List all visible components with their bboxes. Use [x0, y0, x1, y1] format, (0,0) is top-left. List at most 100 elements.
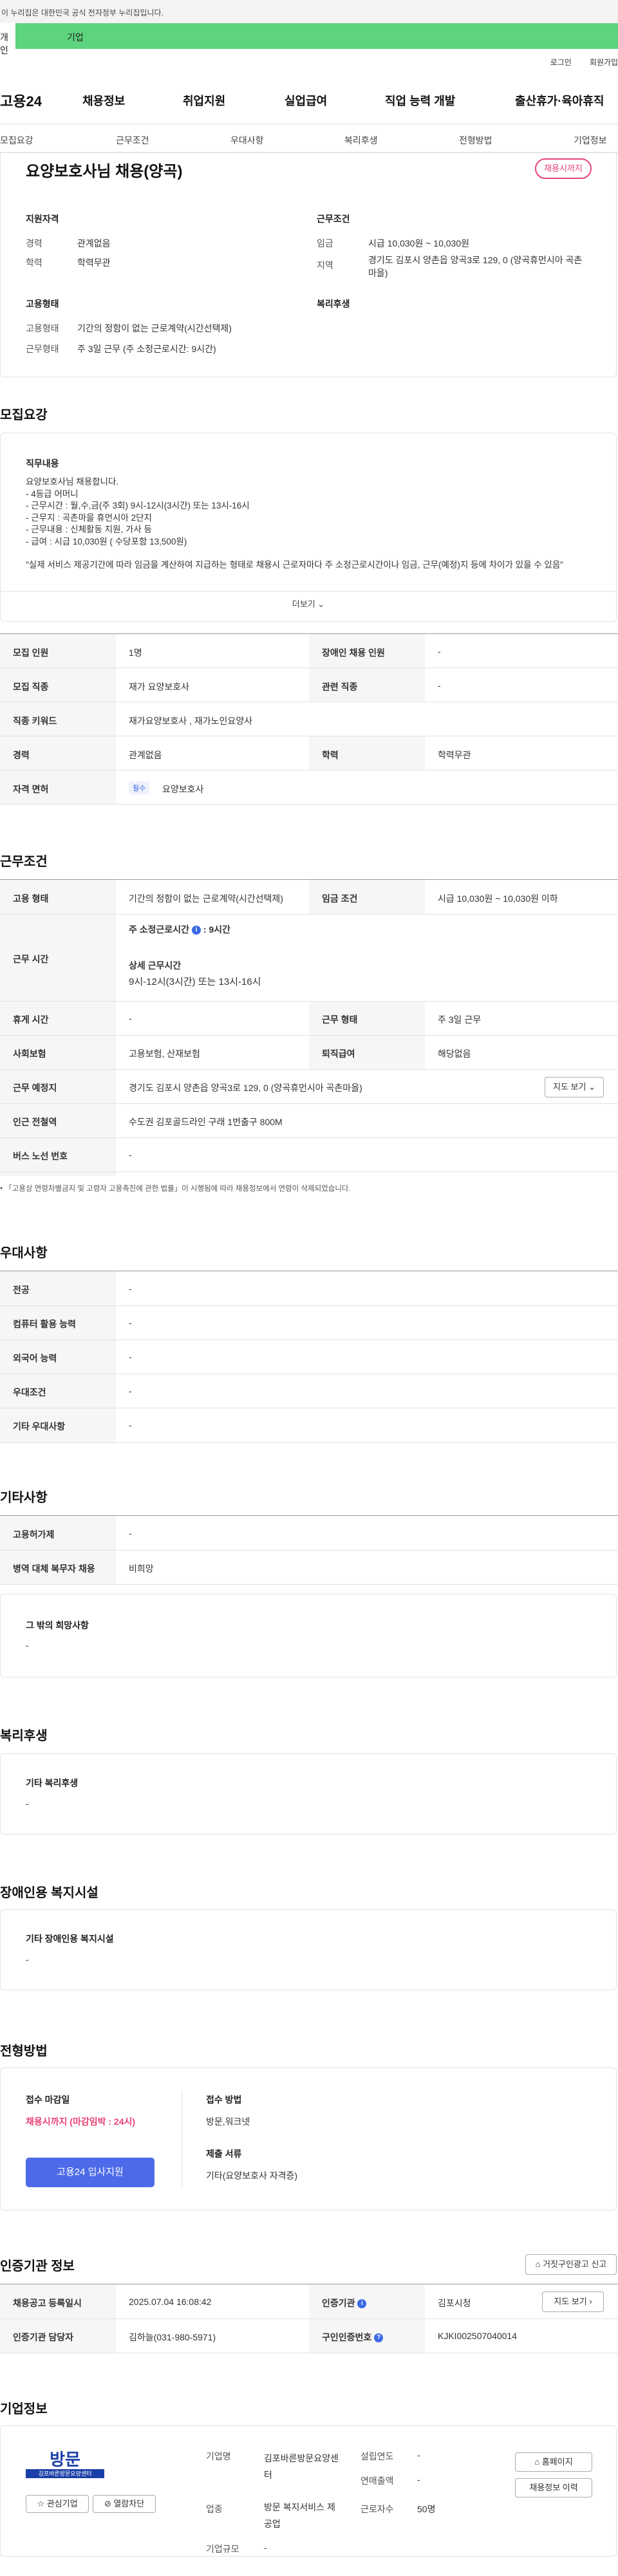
region-value: 경기도 김포시 양촌읍 양곡3로 129, 0 (양곡휴먼시아 곡촌마을): [368, 255, 583, 278]
apply-button[interactable]: 고용24 입사지원: [26, 2158, 154, 2187]
block-view-button[interactable]: ⊘ 열람차단: [93, 2495, 156, 2513]
divider: [0, 1171, 618, 1172]
career-value: 관계없음: [77, 238, 111, 248]
anchor-company[interactable]: 기업정보: [574, 134, 607, 147]
anchor-recruit[interactable]: 모집요강: [0, 134, 33, 147]
duty-line: [26, 548, 592, 559]
row-label: 인근 전철역: [13, 1117, 57, 1127]
anchor-conditions[interactable]: 근무조건: [116, 134, 149, 147]
user-type-tabs: 개인 기업: [0, 23, 618, 55]
divider: [0, 1305, 618, 1306]
report-false-ad-button[interactable]: ⌂ 거짓구인광고 신고: [525, 2254, 617, 2275]
block-icon: ⊘: [104, 2499, 111, 2508]
chevron-down-icon: ⌄: [588, 1082, 595, 1092]
tab-personal[interactable]: 개인: [0, 23, 15, 55]
site-logo[interactable]: 고용24: [0, 90, 42, 111]
chevron-down-icon: ⌄: [317, 599, 325, 609]
row-label: 병역 대체 복무자 채용: [13, 1563, 95, 1574]
login-link[interactable]: 로그인: [550, 57, 572, 68]
info-icon[interactable]: ?: [374, 2333, 384, 2343]
row-value: 기간의 정함이 없는 근로계약(시간선택제): [129, 893, 283, 904]
company-name-label: 기업명: [206, 2451, 231, 2461]
row-label: 컴퓨터 활용 능력: [13, 1319, 76, 1329]
row-value: -: [129, 1318, 132, 1328]
docs-label: 제출 서류: [206, 2149, 242, 2159]
favorite-label: 관심기업: [46, 2499, 78, 2508]
company-logo-mark: 방문: [50, 2450, 80, 2469]
disability-box-value: -: [26, 1954, 29, 1965]
preferences-section-title: 우대사항: [0, 1246, 48, 1260]
row-value: 1명: [129, 648, 142, 658]
more-label: 더보기: [292, 599, 315, 609]
info-icon[interactable]: i: [191, 926, 201, 935]
job-history-button[interactable]: 채용정보 이력: [515, 2478, 592, 2497]
wish-header: 그 밖의 희망사항: [26, 1620, 89, 1630]
age-law-note: • 「고용상 연령차별금지 및 고령자 고용촉진에 관한 법률」이 시행됨에 따…: [0, 1183, 351, 1193]
row-value: KJKI002507040014: [438, 2331, 517, 2341]
row-label: 기타 우대사항: [13, 1421, 66, 1432]
info-icon[interactable]: i: [357, 2299, 367, 2309]
method-value: 방문,워크넷: [206, 2116, 250, 2127]
row-label: 휴게 시간: [13, 1014, 49, 1025]
row-value: 비희망: [129, 1563, 154, 1574]
divider: [0, 1137, 618, 1138]
divider: [0, 1035, 618, 1036]
size-value: -: [264, 2543, 267, 2553]
agency-map-button[interactable]: 지도 보기 ›: [542, 2291, 604, 2312]
divider: [0, 1550, 618, 1551]
required-tag: 필수: [129, 781, 150, 794]
gnb-item-parental-leave[interactable]: 출산휴가·육아휴직: [515, 92, 604, 109]
favorite-company-button[interactable]: ☆ 관심기업: [26, 2495, 89, 2513]
anchor-selection[interactable]: 전형방법: [459, 134, 492, 147]
revenue-value: -: [417, 2474, 420, 2485]
row-value: 김하늘(031-980-5971): [129, 2332, 216, 2342]
employees-value: 50명: [417, 2504, 436, 2514]
homepage-button[interactable]: ⌂ 홈페이지: [515, 2452, 592, 2472]
row-label: 사회보험: [13, 1049, 46, 1059]
detail-hours-value: 9시-12시(3시간) 또는 13시-16시: [129, 976, 261, 987]
row-label: 인증기관 담당자: [13, 2332, 74, 2342]
anchor-preferences[interactable]: 우대사항: [230, 134, 264, 147]
divider: [0, 804, 618, 805]
gnb-item-unemployment-benefit[interactable]: 실업급여: [285, 92, 327, 109]
home-icon: ⌂: [535, 2259, 541, 2269]
row-value: -: [129, 1150, 132, 1160]
row-value: -: [129, 1386, 132, 1396]
gnb-item-jobs[interactable]: 채용정보: [82, 92, 125, 109]
join-link[interactable]: 회원가입: [590, 57, 618, 68]
gnb-item-training[interactable]: 직업 능력 개발: [385, 92, 455, 109]
deadline-badge: 채용시까지: [535, 158, 592, 179]
cond-header: 근무조건: [317, 214, 350, 224]
map-view-button[interactable]: 지도 보기 ⌄: [545, 1077, 604, 1097]
duty-line: - 근무지 : 곡촌마을 휴먼시아 2단지: [26, 512, 152, 523]
edu-label: 학력: [26, 257, 42, 268]
selection-card: [0, 2067, 617, 2210]
row-label: 자격 면허: [13, 784, 49, 794]
more-button[interactable]: 더보기 ⌄: [0, 597, 617, 610]
row-value: 요양보호사: [162, 784, 204, 794]
row-label: 모집 직종: [13, 682, 49, 692]
company-logo: 방문 김포바른방문요양센터: [26, 2450, 104, 2482]
gnb-item-employment-support[interactable]: 취업지원: [183, 92, 225, 109]
row-value: -: [438, 680, 441, 691]
row-value: -: [129, 1352, 132, 1362]
divider: [0, 1103, 618, 1104]
divider: [0, 1339, 618, 1340]
divider: [0, 1442, 618, 1443]
welfare-box-header: 기타 복리후생: [26, 1778, 79, 1788]
industry-value: 방문 복지서비스 제공업: [264, 2502, 335, 2529]
divider: [0, 667, 618, 668]
block-label: 열람차단: [113, 2499, 145, 2508]
qual-header: 지원자격: [26, 214, 59, 224]
method-label: 접수 방법: [206, 2095, 242, 2105]
row-value: 재가요양보호사 , 재가노인요양사: [129, 716, 252, 726]
emp-header: 고용형태: [26, 299, 59, 309]
welfare-section-title: 복리후생: [0, 1729, 48, 1743]
row-value: -: [129, 1013, 132, 1023]
tab-corporate[interactable]: 기업: [15, 23, 618, 49]
anchor-welfare[interactable]: 복리후생: [344, 134, 378, 147]
recruit-section-title: 모집요강: [0, 408, 48, 422]
homepage-label: 홈페이지: [541, 2457, 573, 2467]
map-view-label: 지도 보기: [554, 2297, 587, 2306]
th-bg: [0, 880, 116, 1176]
